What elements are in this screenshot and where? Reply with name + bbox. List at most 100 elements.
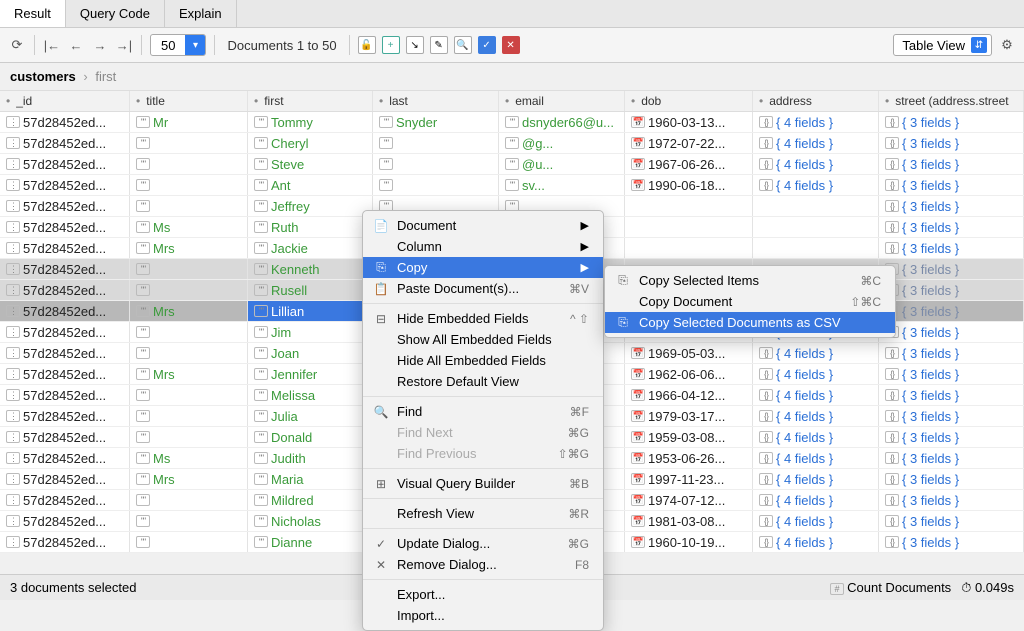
object-icon: {}: [885, 200, 899, 212]
count-documents-button[interactable]: # Count Documents: [830, 580, 952, 595]
string-icon: "": [136, 452, 150, 464]
edit-icon[interactable]: ✎: [430, 36, 448, 54]
menu-item-copy-selected-documents-as-csv[interactable]: ⎘Copy Selected Documents as CSV: [605, 312, 895, 333]
string-icon: "": [136, 389, 150, 401]
date-icon: 📅: [631, 515, 645, 527]
menu-item-document[interactable]: 📄Document▶: [363, 215, 603, 236]
visual-query-builder-icon: ⊞: [373, 477, 389, 491]
date-icon: 📅: [631, 452, 645, 464]
menu-item-show-all-embedded-fields[interactable]: Show All Embedded Fields: [363, 329, 603, 350]
id-icon: ⋮: [6, 452, 20, 464]
object-icon: {}: [759, 515, 773, 527]
table-row[interactable]: ⋮ 57d28452ed..."" Mr"" Tommy"" Snyder"" …: [0, 112, 1024, 133]
refresh-icon[interactable]: ⟳: [8, 36, 26, 54]
page-size-value: 50: [151, 38, 185, 53]
string-icon: "": [136, 473, 150, 485]
hide-embedded-fields-icon: ⊟: [373, 312, 389, 326]
col-address[interactable]: address: [753, 91, 879, 111]
col-id[interactable]: _id: [0, 91, 130, 111]
object-icon: {}: [759, 452, 773, 464]
object-icon: {}: [885, 347, 899, 359]
import-icon[interactable]: ↘: [406, 36, 424, 54]
update-dialog--icon: ✓: [373, 537, 389, 551]
menu-item-find-next: Find Next⌘G: [363, 422, 603, 443]
settings-icon[interactable]: ⚙: [998, 36, 1016, 54]
lock-icon[interactable]: 🔓: [358, 36, 376, 54]
string-icon: "": [379, 179, 393, 191]
string-icon: "": [254, 305, 268, 317]
string-icon: "": [379, 158, 393, 170]
table-row[interactable]: ⋮ 57d28452ed..."" "" Steve"" "" @u...📅 1…: [0, 154, 1024, 175]
tab-query-code[interactable]: Query Code: [66, 0, 165, 27]
id-icon: ⋮: [6, 515, 20, 527]
col-last[interactable]: last: [373, 91, 499, 111]
breadcrumb-root[interactable]: customers: [10, 69, 76, 84]
menu-item-export-[interactable]: Export...: [363, 584, 603, 605]
menu-item-column[interactable]: Column▶: [363, 236, 603, 257]
col-first[interactable]: first: [248, 91, 373, 111]
object-icon: {}: [759, 389, 773, 401]
menu-item-hide-embedded-fields[interactable]: ⊟Hide Embedded Fields^ ⇧: [363, 308, 603, 329]
copy-submenu[interactable]: ⎘Copy Selected Items⌘CCopy Document⇧⌘C⎘C…: [604, 265, 896, 338]
add-document-icon[interactable]: +: [382, 36, 400, 54]
id-icon: ⋮: [6, 158, 20, 170]
string-icon: "": [254, 494, 268, 506]
view-mode-select[interactable]: Table View ⇵: [893, 34, 992, 56]
menu-item-import-[interactable]: Import...: [363, 605, 603, 626]
string-icon: "": [136, 494, 150, 506]
menu-item-restore-default-view[interactable]: Restore Default View: [363, 371, 603, 392]
dropdown-icon: ▾: [185, 35, 205, 55]
id-icon: ⋮: [6, 389, 20, 401]
string-icon: "": [136, 305, 150, 317]
table-row[interactable]: ⋮ 57d28452ed..."" "" Ant"" "" sv...📅 199…: [0, 175, 1024, 196]
object-icon: {}: [885, 368, 899, 380]
table-header: _id title first last email dob address s…: [0, 90, 1024, 112]
last-page-icon[interactable]: →|: [115, 36, 133, 54]
col-email[interactable]: email: [499, 91, 625, 111]
menu-item-remove-dialog-[interactable]: ✕Remove Dialog...F8: [363, 554, 603, 575]
object-icon: {}: [885, 389, 899, 401]
next-page-icon[interactable]: →: [91, 36, 109, 54]
string-icon: "": [254, 368, 268, 380]
menu-item-copy[interactable]: ⎘Copy▶: [363, 257, 603, 278]
menu-item-paste-document-s-[interactable]: 📋Paste Document(s)...⌘V: [363, 278, 603, 299]
object-icon: {}: [759, 431, 773, 443]
object-icon: {}: [885, 242, 899, 254]
col-street[interactable]: street (address.street: [879, 91, 1024, 111]
first-page-icon[interactable]: |←: [43, 36, 61, 54]
menu-item-copy-document[interactable]: Copy Document⇧⌘C: [605, 291, 895, 312]
page-size-select[interactable]: 50 ▾: [150, 34, 206, 56]
id-icon: ⋮: [6, 284, 20, 296]
delete-icon[interactable]: ✕: [502, 36, 520, 54]
menu-item-copy-selected-items[interactable]: ⎘Copy Selected Items⌘C: [605, 270, 895, 291]
object-icon: {}: [759, 116, 773, 128]
tab-explain[interactable]: Explain: [165, 0, 237, 27]
string-icon: "": [254, 179, 268, 191]
menu-item-find[interactable]: 🔍Find⌘F: [363, 401, 603, 422]
context-menu[interactable]: 📄Document▶Column▶⎘Copy▶📋Paste Document(s…: [362, 210, 604, 631]
menu-item-hide-all-embedded-fields[interactable]: Hide All Embedded Fields: [363, 350, 603, 371]
table-row[interactable]: ⋮ 57d28452ed..."" "" Cheryl"" "" @g...📅 …: [0, 133, 1024, 154]
string-icon: "": [136, 284, 150, 296]
breadcrumb-leaf[interactable]: first: [95, 69, 116, 84]
prev-page-icon[interactable]: ←: [67, 36, 85, 54]
view-icon[interactable]: 🔍: [454, 36, 472, 54]
date-icon: 📅: [631, 347, 645, 359]
update-icon[interactable]: ✓: [478, 36, 496, 54]
menu-item-refresh-view[interactable]: Refresh View⌘R: [363, 503, 603, 524]
string-icon: "": [254, 158, 268, 170]
id-icon: ⋮: [6, 221, 20, 233]
col-dob[interactable]: dob: [625, 91, 753, 111]
object-icon: {}: [885, 137, 899, 149]
tab-result[interactable]: Result: [0, 0, 66, 27]
string-icon: "": [379, 116, 393, 128]
view-mode-label: Table View: [902, 38, 965, 53]
col-title[interactable]: title: [130, 91, 248, 111]
string-icon: "": [136, 137, 150, 149]
string-icon: "": [254, 284, 268, 296]
date-icon: 📅: [631, 368, 645, 380]
menu-item-visual-query-builder[interactable]: ⊞Visual Query Builder⌘B: [363, 473, 603, 494]
id-icon: ⋮: [6, 326, 20, 338]
object-icon: {}: [885, 473, 899, 485]
menu-item-update-dialog-[interactable]: ✓Update Dialog...⌘G: [363, 533, 603, 554]
